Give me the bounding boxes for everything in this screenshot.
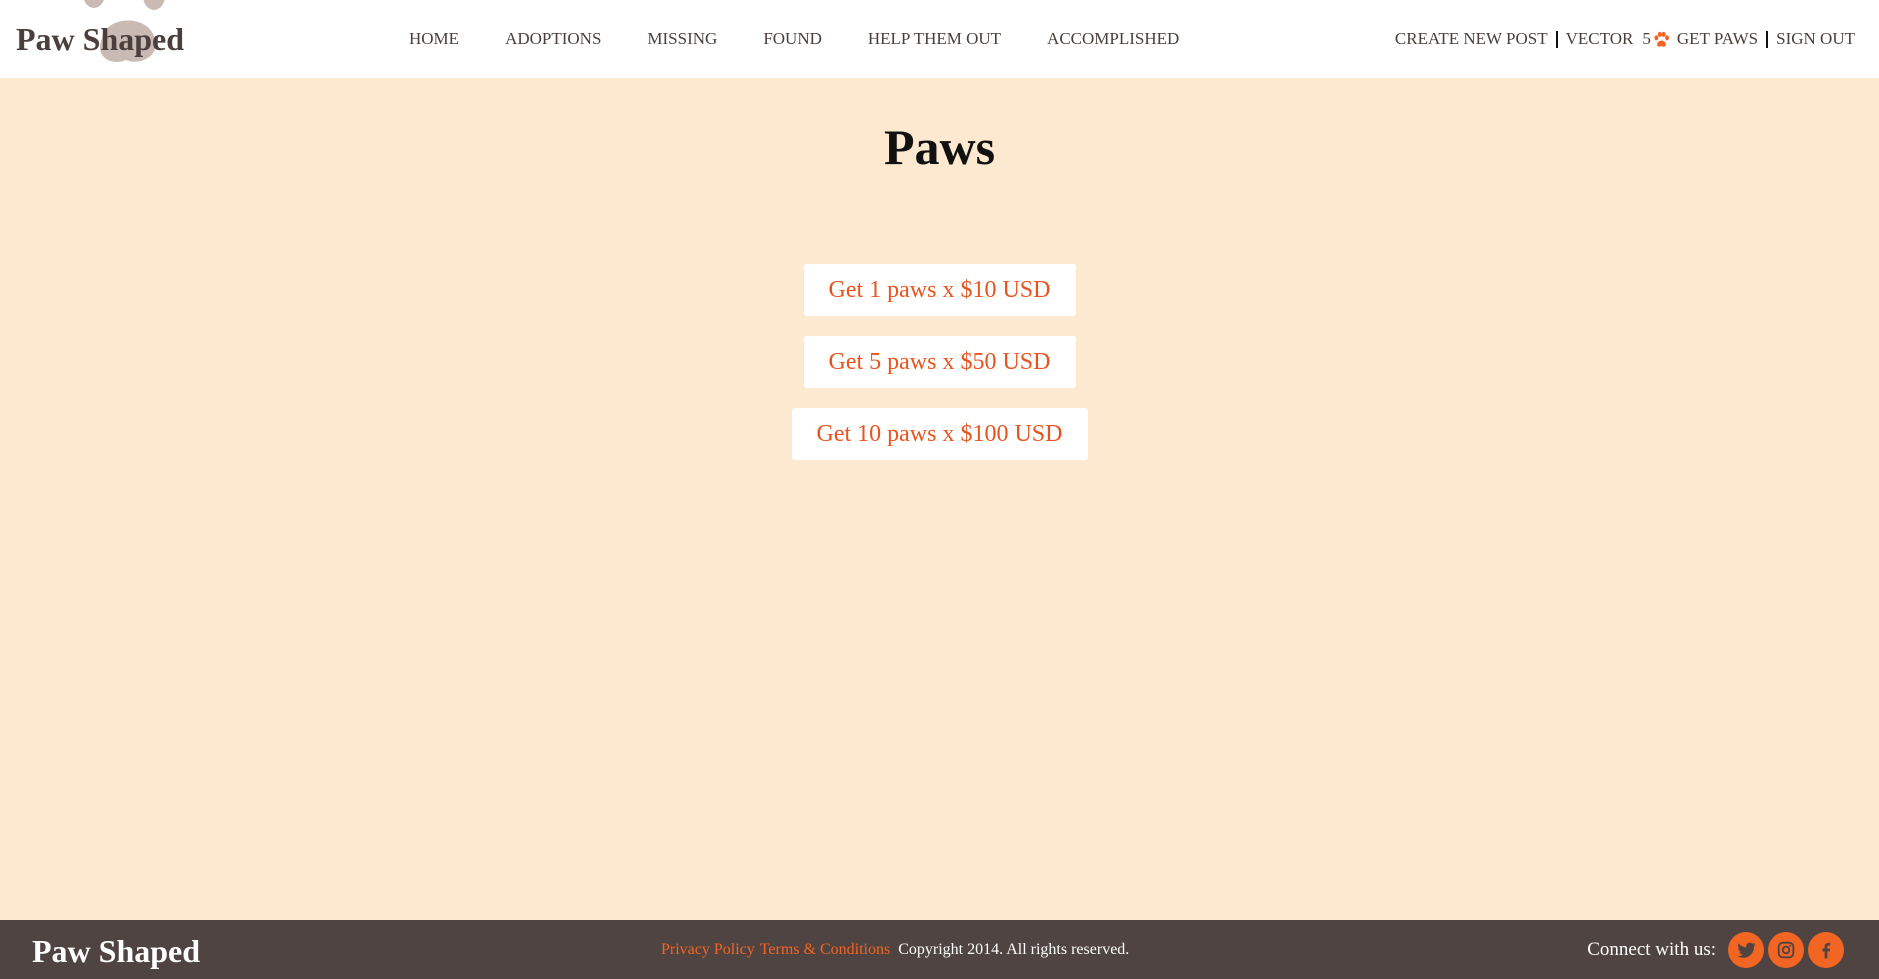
facebook-f-glyph bbox=[1822, 942, 1831, 958]
nav-home[interactable]: HOME bbox=[409, 29, 459, 49]
nav-adoptions[interactable]: ADOPTIONS bbox=[505, 29, 601, 49]
brand-logo-link[interactable]: Paw Shaped bbox=[16, 0, 196, 78]
social-links: Connect with us: bbox=[1587, 920, 1844, 979]
buy-10-paws-button[interactable]: Get 10 paws x $100 USD bbox=[791, 408, 1088, 460]
brand-name: Paw Shaped bbox=[16, 21, 185, 57]
nav-missing[interactable]: MISSING bbox=[647, 29, 717, 49]
top-navbar: Paw Shaped HOME ADOPTIONS MISSING FOUND … bbox=[0, 0, 1879, 78]
instagram-camera-glyph bbox=[1777, 941, 1795, 958]
terms-conditions-link[interactable]: Terms & Conditions bbox=[760, 941, 890, 959]
paw-balance-count: 5 bbox=[1642, 29, 1651, 48]
menu-divider bbox=[1555, 30, 1558, 48]
username-link[interactable]: VECTOR bbox=[1566, 29, 1634, 49]
connect-label: Connect with us: bbox=[1587, 938, 1716, 960]
site-footer: Paw Shaped Privacy Policy Terms & Condit… bbox=[0, 920, 1879, 979]
nav-found[interactable]: FOUND bbox=[763, 29, 822, 49]
paw-packages-list: Get 1 paws x $10 USD Get 5 paws x $50 US… bbox=[0, 264, 1879, 480]
footer-links: Privacy Policy Terms & Conditions Copyri… bbox=[661, 920, 1129, 979]
instagram-icon[interactable] bbox=[1768, 931, 1804, 968]
create-new-post-link[interactable]: CREATE NEW POST bbox=[1395, 29, 1548, 49]
page: Paw Shaped HOME ADOPTIONS MISSING FOUND … bbox=[0, 0, 1879, 979]
footer-brand-name: Paw Shaped bbox=[32, 933, 201, 969]
paw-icon bbox=[1654, 31, 1669, 47]
facebook-icon[interactable] bbox=[1808, 931, 1844, 968]
nav-accomplished[interactable]: ACCOMPLISHED bbox=[1047, 29, 1179, 49]
buy-5-paws-button[interactable]: Get 5 paws x $50 USD bbox=[803, 336, 1076, 388]
get-paws-link[interactable]: GET PAWS bbox=[1677, 29, 1758, 49]
page-title: Paws bbox=[883, 119, 996, 175]
twitter-bird-glyph bbox=[1737, 942, 1756, 958]
menu-divider bbox=[1766, 30, 1769, 48]
privacy-policy-link[interactable]: Privacy Policy bbox=[661, 941, 755, 959]
main-nav: HOME ADOPTIONS MISSING FOUND HELP THEM O… bbox=[409, 0, 1179, 78]
twitter-icon[interactable] bbox=[1728, 931, 1764, 968]
copyright-text: Copyright 2014. All rights reserved. bbox=[898, 940, 1130, 958]
buy-1-paw-button[interactable]: Get 1 paws x $10 USD bbox=[803, 264, 1076, 316]
nav-help-them-out[interactable]: HELP THEM OUT bbox=[868, 29, 1001, 49]
user-menu: CREATE NEW POST VECTOR 5 GET PAWS SIGN O… bbox=[1395, 0, 1855, 78]
sign-out-link[interactable]: SIGN OUT bbox=[1776, 29, 1855, 49]
